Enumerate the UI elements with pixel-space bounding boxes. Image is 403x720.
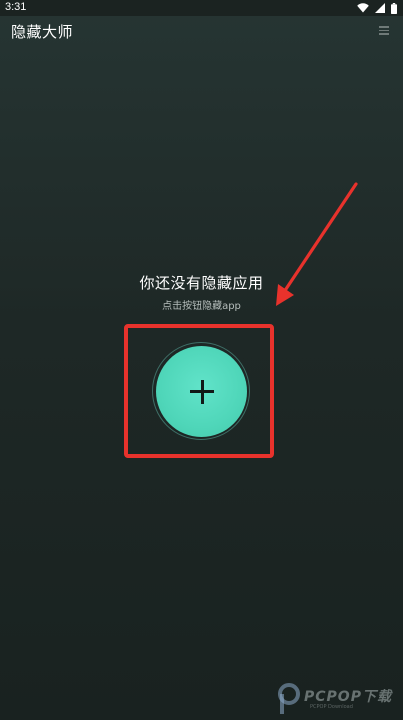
- red-arrow-icon: [276, 182, 358, 306]
- watermark-text: PCPOP下载: [304, 689, 392, 705]
- watermark-small-text: PCPOP Download: [310, 704, 353, 710]
- watermark: PCPOP下载 PCPOP Download: [276, 682, 400, 716]
- app-screen: 3:31 隐藏大师 你还没有隐藏应用 点击按钮隐藏app PCPOP下载 PCP…: [0, 0, 403, 720]
- pcpop-logo-icon: [278, 683, 300, 714]
